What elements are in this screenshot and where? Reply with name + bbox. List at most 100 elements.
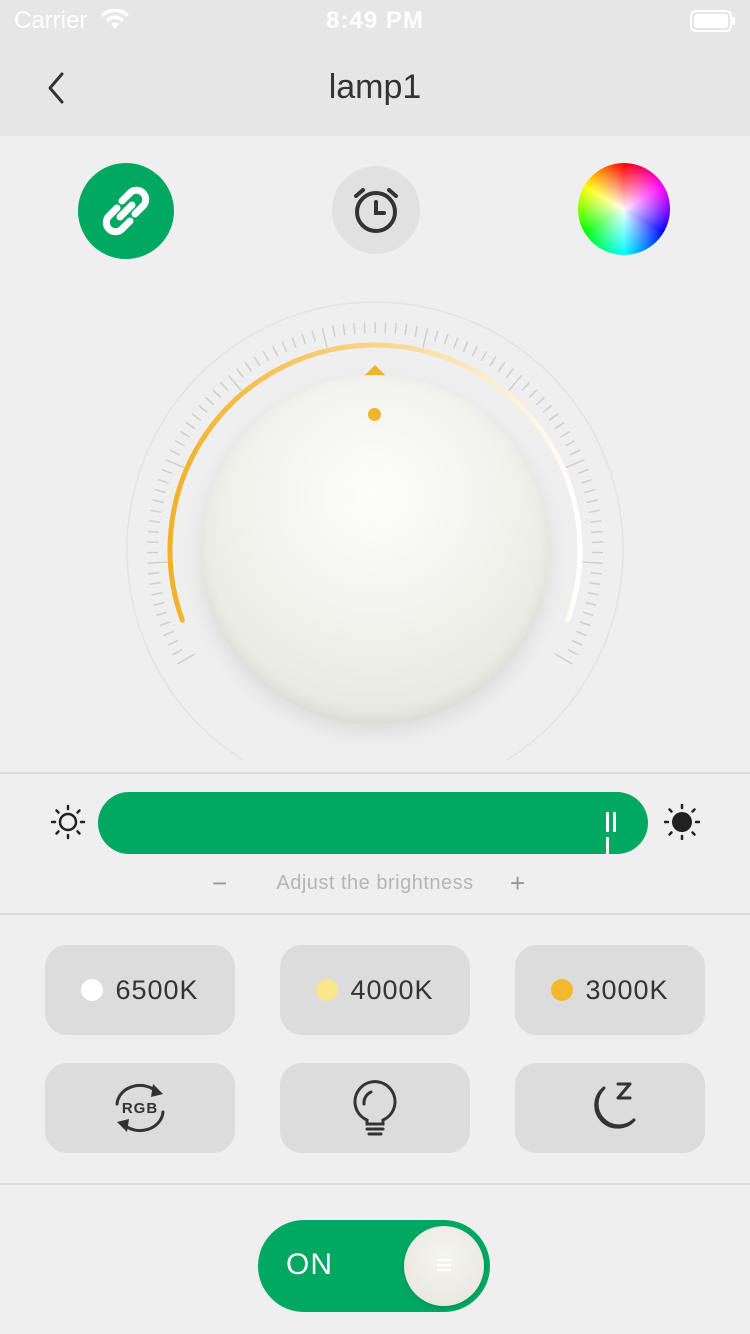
dial-tick [236, 368, 244, 378]
dial-tick [179, 430, 191, 438]
divider [0, 913, 750, 915]
dial-tick [253, 356, 261, 367]
dial-tick [471, 345, 478, 357]
alarm-button[interactable] [332, 166, 420, 254]
dial-tick [150, 509, 162, 514]
top-actions [0, 163, 750, 259]
dial-tick [147, 530, 159, 534]
dial-tick [212, 389, 222, 398]
rgb-cycle-icon: RGB [115, 1083, 165, 1133]
temp-label: 4000K [350, 974, 434, 1005]
dial-tick [169, 449, 181, 456]
brightness-plus-button[interactable]: + [510, 868, 525, 899]
dial-tick [353, 322, 356, 335]
dial-tick [584, 488, 596, 494]
dial-tick [589, 581, 601, 586]
divider [0, 1183, 750, 1185]
clock: 8:49 PM [326, 7, 424, 34]
dial-tick [586, 499, 598, 504]
dial-tick [163, 630, 175, 637]
lightbulb-mode-button[interactable] [280, 1063, 470, 1153]
dial-tick [588, 509, 600, 514]
dial-tick [321, 327, 328, 348]
dial-tick [342, 324, 346, 336]
dial-tick [311, 330, 316, 342]
dial-tick [590, 571, 602, 575]
dial-tick [506, 368, 514, 378]
slider-handle[interactable] [606, 812, 626, 857]
knob-indicator-dot [368, 408, 381, 421]
dial-tick [156, 611, 168, 617]
dial-tick [565, 459, 585, 469]
alarm-clock-icon [354, 188, 398, 233]
dial-tick [548, 413, 559, 422]
dial-tick [559, 430, 571, 438]
dial-tick [508, 374, 523, 392]
brightness-high-icon[interactable] [664, 804, 700, 840]
status-bar: Carrier 8:49 PM [0, 0, 750, 40]
color-wheel-icon [578, 163, 670, 255]
temp-4000k-button[interactable]: 4000K [280, 945, 470, 1035]
dial-tick [569, 449, 581, 456]
page-title: lamp1 [328, 68, 422, 106]
link-icon [102, 186, 150, 236]
dial-tick [384, 322, 387, 334]
temp-dot-warm [551, 979, 574, 1001]
battery-icon [690, 10, 735, 32]
dial-tick [404, 324, 408, 336]
dial-tick [152, 499, 164, 504]
dial-tick [582, 611, 594, 617]
brightness-label: Adjust the brightness [276, 872, 474, 894]
dial-tick [480, 350, 488, 362]
dial-tick [151, 591, 163, 596]
rgb-mode-button[interactable]: RGB [45, 1063, 235, 1153]
dial-tick [394, 322, 397, 335]
dial-tick [157, 478, 169, 484]
dial-tick [453, 337, 459, 349]
dial-tick [535, 396, 545, 406]
temp-label: 3000K [585, 974, 669, 1005]
dial-tick [575, 630, 587, 637]
dial-tick [489, 356, 497, 367]
temp-6500k-button[interactable]: 6500K [45, 945, 235, 1035]
dial-tick [149, 581, 161, 586]
dial-tick [590, 520, 602, 524]
dial-tick [571, 639, 583, 646]
dial-tick [565, 439, 576, 447]
dial-tick [332, 325, 336, 337]
dial-tick [462, 341, 469, 353]
temp-label: 6500K [115, 974, 199, 1005]
dial-tick [567, 648, 578, 656]
power-label: ON [286, 1248, 333, 1281]
dial-tick [198, 404, 208, 414]
dial-tick [591, 530, 603, 534]
dial-tick [148, 571, 160, 575]
dial-tick [165, 459, 185, 469]
dial-tick [554, 421, 565, 430]
moon-sleep-icon [594, 1082, 636, 1129]
sleep-mode-button[interactable] [515, 1063, 705, 1153]
dial-tick [521, 381, 531, 391]
dial-tick [497, 362, 506, 372]
toggle-thumb[interactable] [404, 1226, 484, 1306]
dial-tick [153, 601, 165, 606]
dial-tick [585, 601, 597, 606]
dial-tick [579, 621, 591, 627]
brightness-low-icon[interactable] [50, 804, 86, 840]
brightness-slider[interactable] [98, 792, 648, 857]
divider [0, 772, 750, 774]
dial-tick [291, 337, 297, 349]
grip-lines-icon [437, 1259, 451, 1271]
dial-tick [587, 591, 599, 596]
dial-tick [177, 653, 196, 665]
color-wheel-button[interactable] [578, 163, 670, 255]
temp-3000k-button[interactable]: 3000K [515, 945, 705, 1035]
power-toggle[interactable]: ON [258, 1220, 490, 1312]
link-button[interactable] [78, 163, 174, 259]
lightbulb-icon [353, 1080, 397, 1136]
dial-knob-face[interactable] [218, 386, 532, 700]
dial-tick [542, 404, 552, 414]
dial-tick [147, 561, 168, 565]
dial-tick [219, 381, 229, 391]
svg-text:RGB: RGB [122, 1100, 158, 1117]
